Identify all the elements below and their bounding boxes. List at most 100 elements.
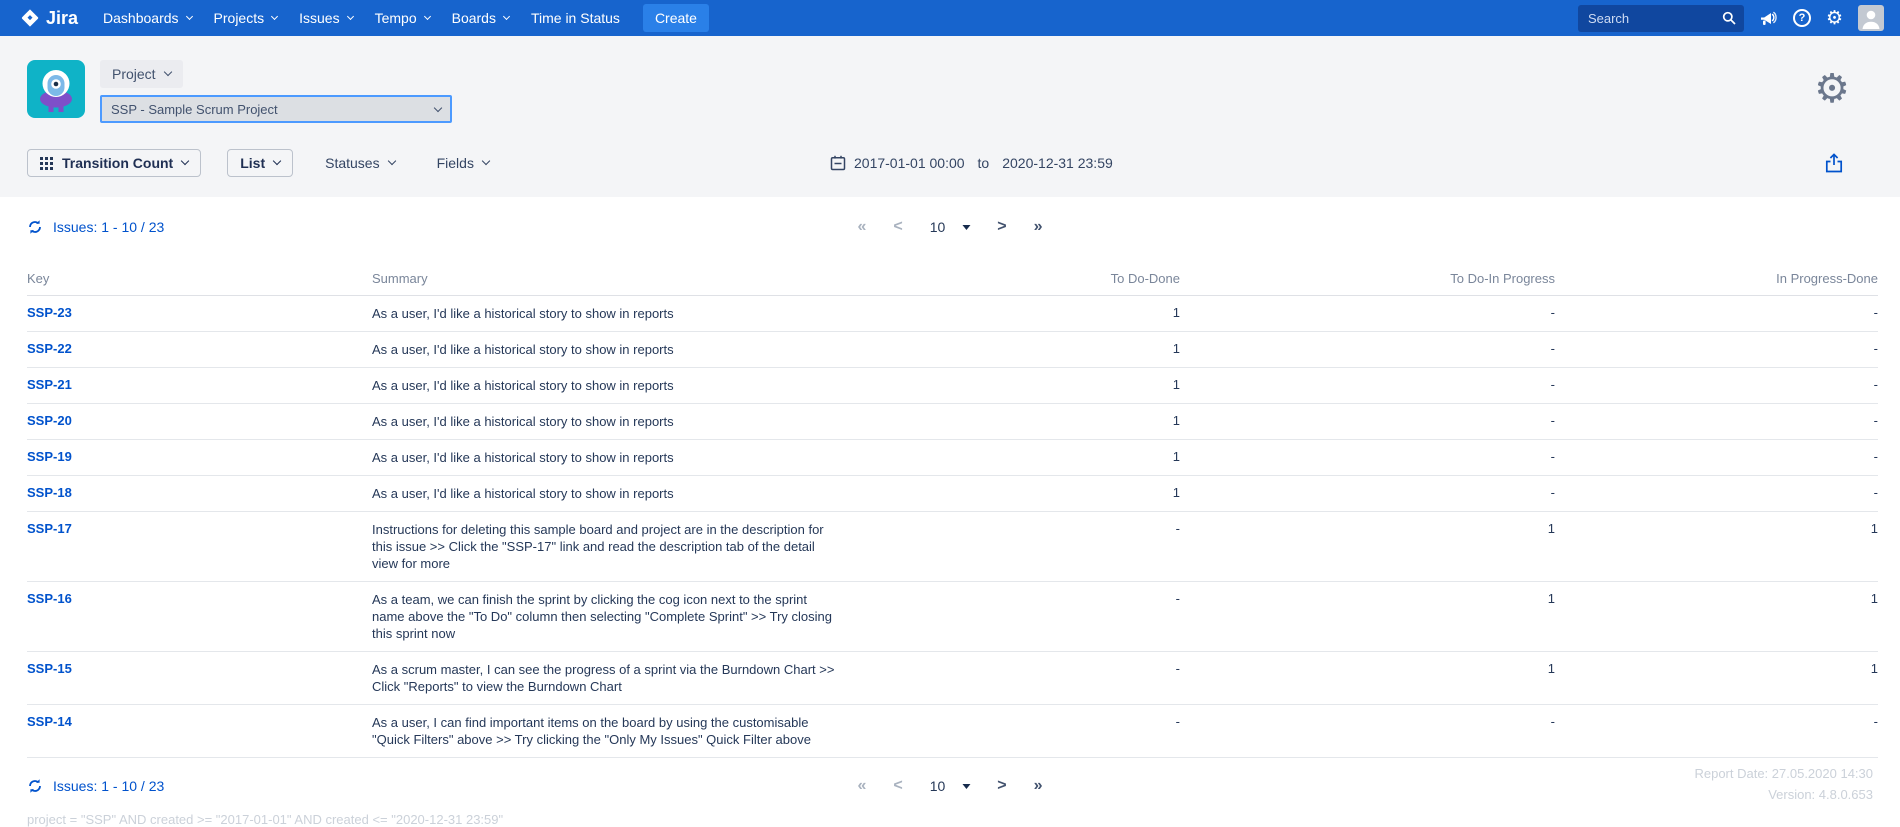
announcements-icon[interactable] (1759, 10, 1778, 27)
column-header-todo-inprogress[interactable]: To Do-In Progress (1180, 267, 1555, 296)
value-todo-done: 1 (900, 368, 1180, 404)
issue-summary: As a user, I'd like a historical story t… (372, 305, 842, 322)
first-page-button[interactable]: « (857, 218, 866, 236)
page-size-select[interactable]: 10 (930, 219, 971, 235)
issue-key-link[interactable]: SSP-22 (27, 341, 72, 356)
value-todo-done: 1 (900, 332, 1180, 368)
pagination-top: « < 10 > » (857, 218, 1042, 236)
table-row: SSP-20 As a user, I'd like a historical … (27, 404, 1878, 440)
chevron-down-icon (482, 157, 490, 165)
last-page-button[interactable]: » (1034, 777, 1043, 795)
issue-key-link[interactable]: SSP-14 (27, 714, 72, 729)
settings-icon[interactable]: ⚙ (1826, 9, 1843, 28)
issue-key-link[interactable]: SSP-17 (27, 521, 72, 536)
view-dropdown[interactable]: List (227, 149, 293, 177)
last-page-button[interactable]: » (1034, 218, 1043, 236)
report-version: Version: 4.8.0.653 (1694, 784, 1873, 805)
table-row: SSP-23 As a user, I'd like a historical … (27, 296, 1878, 332)
table-row: SSP-16 As a team, we can finish the spri… (27, 582, 1878, 652)
issue-summary: As a user, I'd like a historical story t… (372, 341, 842, 358)
refresh-icon[interactable] (27, 778, 43, 794)
issues-table: Key Summary To Do-Done To Do-In Progress… (27, 267, 1878, 758)
refresh-icon[interactable] (27, 219, 43, 235)
user-avatar[interactable] (1858, 5, 1884, 31)
export-button[interactable] (1819, 152, 1849, 174)
chevron-down-icon (347, 12, 354, 19)
nav-item-boards[interactable]: Boards (441, 0, 520, 36)
first-page-button[interactable]: « (857, 777, 866, 795)
column-header-inprogress-done[interactable]: In Progress-Done (1555, 267, 1878, 296)
value-inprogress-done: - (1555, 404, 1878, 440)
value-todo-done: - (900, 705, 1180, 758)
column-header-key[interactable]: Key (27, 267, 372, 296)
value-inprogress-done: 1 (1555, 652, 1878, 705)
caret-down-icon (962, 784, 970, 789)
report-date: Report Date: 27.05.2020 14:30 (1694, 763, 1873, 784)
next-page-button[interactable]: > (997, 218, 1006, 236)
page-size-select[interactable]: 10 (930, 778, 971, 794)
table-row: SSP-18 As a user, I'd like a historical … (27, 476, 1878, 512)
nav-item-projects[interactable]: Projects (203, 0, 289, 36)
issues-bar-bottom: Issues: 1 - 10 / 23 « < 10 > » Report Da… (27, 772, 1873, 800)
statuses-dropdown[interactable]: Statuses (319, 154, 400, 172)
chevron-down-icon (181, 157, 189, 165)
value-todo-done: 1 (900, 476, 1180, 512)
export-icon (1825, 153, 1843, 173)
issue-key-link[interactable]: SSP-18 (27, 485, 72, 500)
issue-summary: As a user, I'd like a historical story t… (372, 413, 842, 430)
search-icon[interactable] (1722, 11, 1736, 30)
project-scope-button[interactable]: Project (100, 60, 183, 88)
value-todo-inprogress: - (1180, 440, 1555, 476)
top-navbar: Jira Dashboards Projects Issues Tempo Bo… (0, 0, 1900, 36)
next-page-button[interactable]: > (997, 777, 1006, 795)
calendar-icon (830, 155, 846, 171)
value-todo-done: 1 (900, 296, 1180, 332)
issue-key-link[interactable]: SSP-20 (27, 413, 72, 428)
issues-count-label: Issues: 1 - 10 / 23 (53, 219, 164, 235)
nav-item-dashboards[interactable]: Dashboards (92, 0, 203, 36)
table-row: SSP-22 As a user, I'd like a historical … (27, 332, 1878, 368)
date-from: 2017-01-01 00:00 (854, 155, 965, 171)
search-input[interactable] (1578, 5, 1744, 32)
value-todo-inprogress: - (1180, 404, 1555, 440)
value-todo-done: - (900, 652, 1180, 705)
chevron-down-icon (387, 157, 395, 165)
project-avatar (27, 60, 85, 123)
value-todo-inprogress: 1 (1180, 512, 1555, 582)
value-inprogress-done: - (1555, 332, 1878, 368)
issue-key-link[interactable]: SSP-19 (27, 449, 72, 464)
chevron-down-icon (273, 157, 281, 165)
value-inprogress-done: - (1555, 368, 1878, 404)
value-inprogress-done: - (1555, 296, 1878, 332)
column-header-summary[interactable]: Summary (372, 267, 900, 296)
fields-dropdown[interactable]: Fields (431, 154, 495, 172)
value-inprogress-done: 1 (1555, 582, 1878, 652)
project-select[interactable]: SSP - Sample Scrum Project (100, 95, 452, 123)
help-icon[interactable]: ? (1793, 9, 1811, 27)
date-separator: to (978, 155, 990, 171)
date-range-picker[interactable]: 2017-01-01 00:00 to 2020-12-31 23:59 (830, 155, 1113, 171)
nav-item-time-in-status[interactable]: Time in Status (520, 0, 631, 36)
jira-logo[interactable]: Jira (20, 8, 78, 29)
issue-summary: As a user, I'd like a historical story t… (372, 449, 842, 466)
create-button[interactable]: Create (643, 4, 709, 32)
nav-item-tempo[interactable]: Tempo (364, 0, 441, 36)
issue-summary: As a team, we can finish the sprint by c… (372, 591, 842, 642)
issue-key-link[interactable]: SSP-15 (27, 661, 72, 676)
column-header-todo-done[interactable]: To Do-Done (900, 267, 1180, 296)
metric-dropdown[interactable]: Transition Count (27, 149, 201, 177)
value-todo-inprogress: 1 (1180, 652, 1555, 705)
value-todo-inprogress: - (1180, 296, 1555, 332)
issue-key-link[interactable]: SSP-21 (27, 377, 72, 392)
prev-page-button[interactable]: < (893, 218, 902, 236)
issue-summary: As a user, I can find important items on… (372, 714, 842, 748)
chevron-down-icon (434, 103, 442, 111)
nav-item-issues[interactable]: Issues (288, 0, 363, 36)
prev-page-button[interactable]: < (893, 777, 902, 795)
issue-key-link[interactable]: SSP-16 (27, 591, 72, 606)
issue-key-link[interactable]: SSP-23 (27, 305, 72, 320)
report-meta: Report Date: 27.05.2020 14:30 Version: 4… (1694, 763, 1873, 805)
report-settings-gear-icon[interactable]: ⚙ (1808, 68, 1856, 110)
report-header: Project SSP - Sample Scrum Project ⚙ Tra… (0, 36, 1900, 197)
table-row: SSP-17 Instructions for deleting this sa… (27, 512, 1878, 582)
